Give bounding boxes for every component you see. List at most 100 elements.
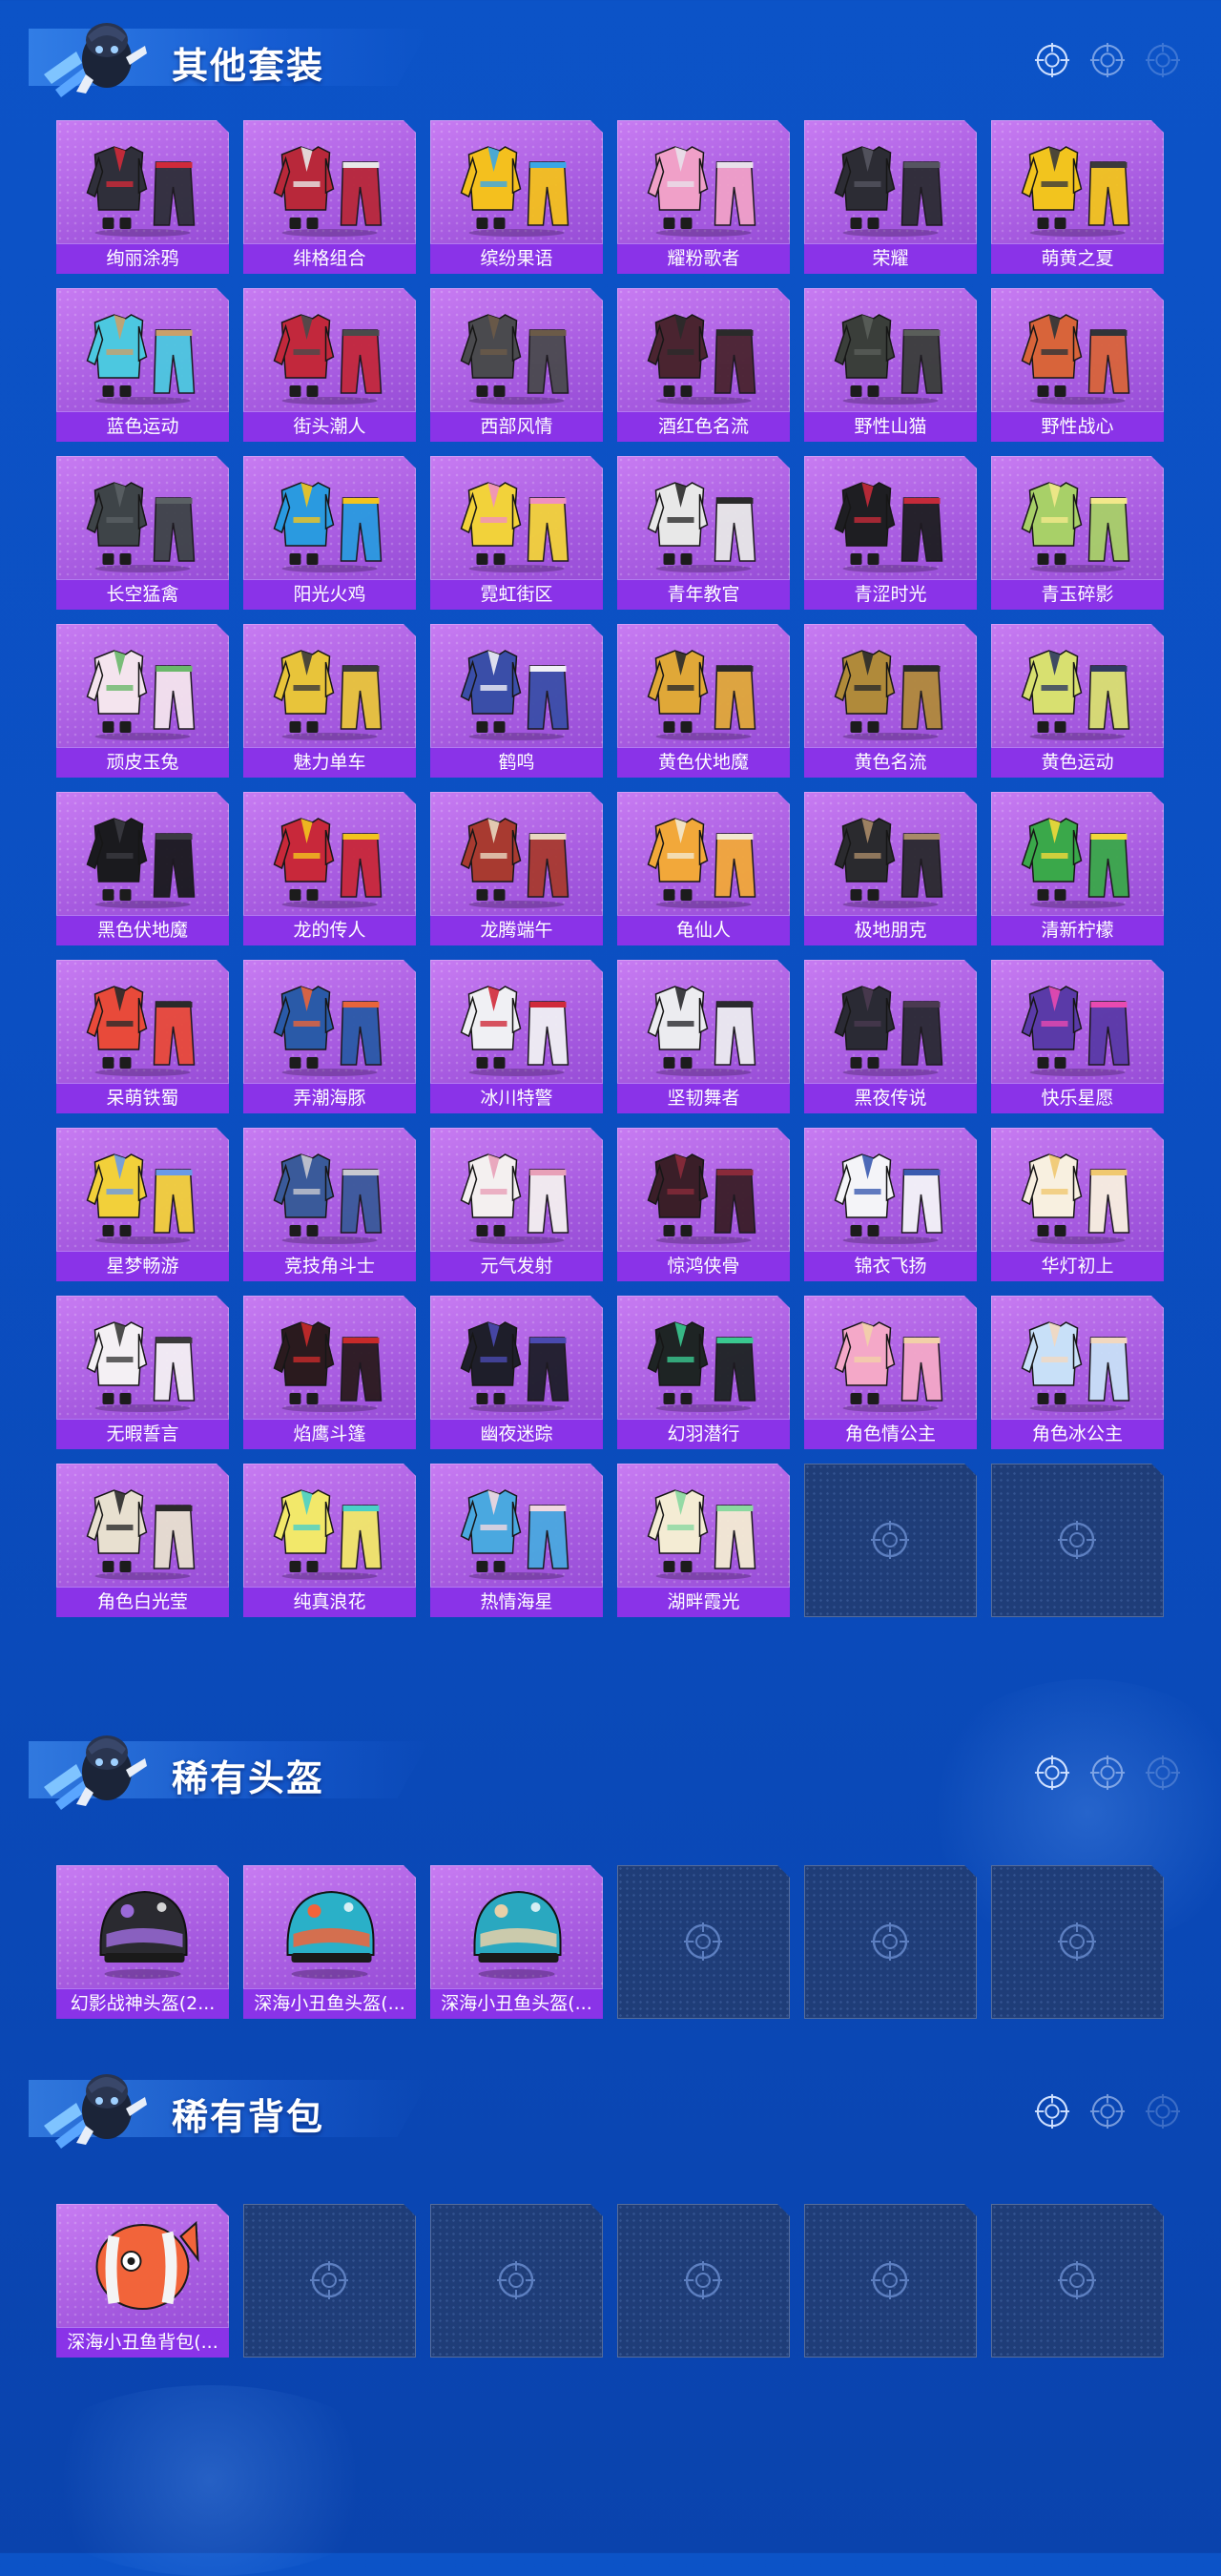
item-card[interactable]: 黄色伏地魔: [617, 624, 790, 778]
item-card[interactable]: 幽夜迷踪: [430, 1296, 603, 1449]
item-card[interactable]: 西部风情: [430, 288, 603, 442]
item-card[interactable]: 锦衣飞扬: [804, 1128, 977, 1281]
item-card[interactable]: 清新柠檬: [991, 792, 1164, 945]
item-card[interactable]: 蓝色运动: [56, 288, 229, 442]
item-card[interactable]: 角色冰公主: [991, 1296, 1164, 1449]
item-card[interactable]: 元气发射: [430, 1128, 603, 1281]
item-card[interactable]: 弄潮海豚: [243, 960, 416, 1113]
item-card[interactable]: 耀粉歌者: [617, 120, 790, 274]
item-label: 惊鸿侠骨: [617, 1251, 790, 1281]
outfit-image: [75, 973, 210, 1076]
item-card[interactable]: 幻影战神头盔(2...: [56, 1865, 229, 2019]
item-card[interactable]: 鹤鸣: [430, 624, 603, 778]
item-card[interactable]: 惊鸿侠骨: [617, 1128, 790, 1281]
outfit-image: [449, 134, 584, 237]
item-card[interactable]: 热情海星: [430, 1464, 603, 1617]
outfit-image: [636, 973, 771, 1076]
outfit-image: [75, 1477, 210, 1580]
item-card[interactable]: 绚丽涂鸦: [56, 120, 229, 274]
item-card[interactable]: 幻羽潜行: [617, 1296, 790, 1449]
item-card[interactable]: 野性战心: [991, 288, 1164, 442]
item-card[interactable]: 街头潮人: [243, 288, 416, 442]
item-card[interactable]: 霓虹街区: [430, 456, 603, 610]
item-card[interactable]: 长空猛禽: [56, 456, 229, 610]
item-label: 萌黄之夏: [991, 243, 1164, 274]
item-card[interactable]: 龙腾端午: [430, 792, 603, 945]
crosshair-icon: [1089, 1755, 1126, 1791]
empty-slot: [617, 2204, 790, 2358]
backpack-image: [75, 2217, 210, 2320]
item-card[interactable]: 深海小丑鱼头盔(...: [430, 1865, 603, 2019]
item-card[interactable]: 冰川特警: [430, 960, 603, 1113]
item-card[interactable]: 纯真浪花: [243, 1464, 416, 1617]
empty-slot: [804, 2204, 977, 2358]
empty-slot: [804, 1464, 977, 1617]
item-label: 纯真浪花: [243, 1587, 416, 1617]
item-card[interactable]: 龙的传人: [243, 792, 416, 945]
crosshair-icon: [682, 2259, 724, 2301]
item-label: 角色情公主: [804, 1419, 977, 1449]
item-card[interactable]: 顽皮玉兔: [56, 624, 229, 778]
item-grid: 深海小丑鱼背包(...: [56, 2204, 1164, 2358]
item-card[interactable]: 青涩时光: [804, 456, 977, 610]
item-label: 顽皮玉兔: [56, 747, 229, 778]
item-card[interactable]: 深海小丑鱼头盔(...: [243, 1865, 416, 2019]
crosshair-icon: [869, 1921, 911, 1963]
item-card[interactable]: 萌黄之夏: [991, 120, 1164, 274]
item-card[interactable]: 华灯初上: [991, 1128, 1164, 1281]
item-card[interactable]: 深海小丑鱼背包(...: [56, 2204, 229, 2358]
crosshair-icon: [1145, 2093, 1181, 2129]
outfit-image: [1010, 637, 1145, 740]
helmet-image: [262, 1879, 397, 1982]
item-label: 极地朋克: [804, 915, 977, 945]
item-card[interactable]: 无暇誓言: [56, 1296, 229, 1449]
item-label: 魅力单车: [243, 747, 416, 778]
item-card[interactable]: 极地朋克: [804, 792, 977, 945]
item-card[interactable]: 酒红色名流: [617, 288, 790, 442]
item-card[interactable]: 青玉碎影: [991, 456, 1164, 610]
helmet-image: [75, 1879, 210, 1982]
item-label: 热情海星: [430, 1587, 603, 1617]
outfit-image: [75, 301, 210, 405]
item-label: 冰川特警: [430, 1083, 603, 1113]
item-card[interactable]: 湖畔霞光: [617, 1464, 790, 1617]
section-title: 其他套装: [172, 45, 325, 87]
item-card[interactable]: 快乐星愿: [991, 960, 1164, 1113]
item-card[interactable]: 青年教官: [617, 456, 790, 610]
item-card[interactable]: 野性山猫: [804, 288, 977, 442]
section-title: 稀有头盔: [172, 1757, 325, 1799]
item-card[interactable]: 缤纷果语: [430, 120, 603, 274]
item-card[interactable]: 阳光火鸡: [243, 456, 416, 610]
item-card[interactable]: 呆萌铁蜀: [56, 960, 229, 1113]
item-label: 坚韧舞者: [617, 1083, 790, 1113]
item-card[interactable]: 竞技角斗士: [243, 1128, 416, 1281]
item-card[interactable]: 荣耀: [804, 120, 977, 274]
item-card[interactable]: 龟仙人: [617, 792, 790, 945]
item-label: 龙腾端午: [430, 915, 603, 945]
item-label: 快乐星愿: [991, 1083, 1164, 1113]
item-card[interactable]: 星梦畅游: [56, 1128, 229, 1281]
item-label: 无暇誓言: [56, 1419, 229, 1449]
item-card[interactable]: 魅力单车: [243, 624, 416, 778]
item-card[interactable]: 黄色名流: [804, 624, 977, 778]
outfit-image: [1010, 1309, 1145, 1412]
item-card[interactable]: 角色情公主: [804, 1296, 977, 1449]
outfit-image: [823, 1309, 958, 1412]
item-card[interactable]: 角色白光莹: [56, 1464, 229, 1617]
outfit-image: [449, 637, 584, 740]
section-2: 稀有头盔 幻影战神头盔(2... 深海小丑鱼头盔(... 深海小丑鱼头盔(...: [0, 1713, 1221, 2019]
item-card[interactable]: 坚韧舞者: [617, 960, 790, 1113]
item-card[interactable]: 黑色伏地魔: [56, 792, 229, 945]
crosshair-icon: [869, 1519, 911, 1561]
item-label: 幽夜迷踪: [430, 1419, 603, 1449]
outfit-image: [823, 301, 958, 405]
outfit-image: [636, 1309, 771, 1412]
crosshair-icon: [1145, 42, 1181, 78]
crosshair-icon: [1034, 42, 1070, 78]
item-label: 长空猛禽: [56, 579, 229, 610]
item-card[interactable]: 黑夜传说: [804, 960, 977, 1113]
item-card[interactable]: 焰鹰斗篷: [243, 1296, 416, 1449]
item-card[interactable]: 绯格组合: [243, 120, 416, 274]
item-card[interactable]: 黄色运动: [991, 624, 1164, 778]
item-label: 焰鹰斗篷: [243, 1419, 416, 1449]
